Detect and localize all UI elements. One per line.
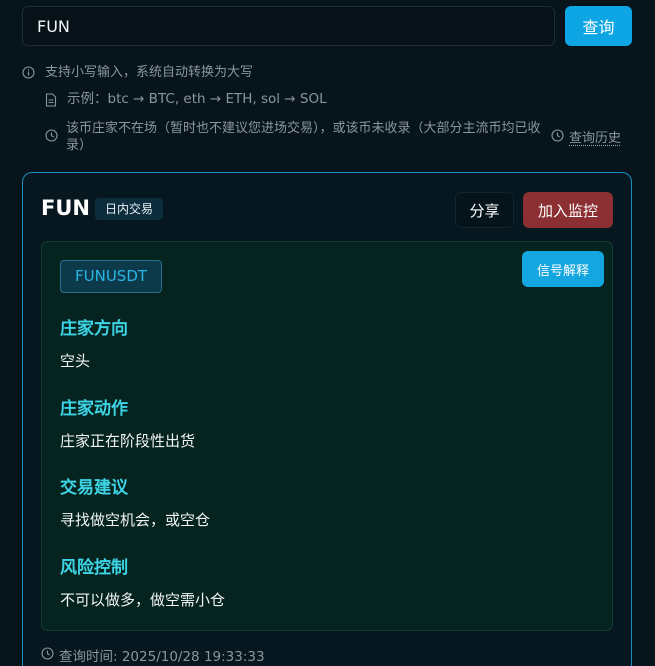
- signal-explain-button[interactable]: 信号解释: [522, 251, 604, 287]
- section-title-risk: 风险控制: [60, 558, 128, 578]
- section-text-risk: 不可以做多，做空需小仓: [60, 591, 226, 609]
- info-icon: [22, 66, 35, 79]
- signal-panel: FUNUSDT 信号解释 庄家方向 空头 庄家动作 庄家正在阶段性出货 交易建议…: [41, 241, 613, 631]
- hint-warning-text: 该币庄家不在场（暂时也不建议您进场交易），或该币未收录（大部分主流币均已收录）: [66, 121, 541, 153]
- hint-example-text: 示例：btc → BTC, eth → ETH, sol → SOL: [67, 91, 327, 107]
- section-text-advice: 寻找做空机会，或空仓: [60, 511, 211, 529]
- share-button[interactable]: 分享: [455, 192, 514, 228]
- search-input[interactable]: [22, 6, 555, 46]
- document-icon: [45, 93, 57, 107]
- page: 查询 支持小写输入，系统自动转换为大写 示例：btc → BTC, eth → …: [0, 0, 655, 666]
- section-title-direction: 庄家方向: [60, 319, 128, 339]
- section-text-direction: 空头: [60, 352, 91, 370]
- query-time: 查询时间: 2025/10/28 19:33:33: [41, 645, 265, 665]
- query-history-label[interactable]: 查询历史: [569, 131, 621, 146]
- query-history-link[interactable]: 查询历史: [551, 127, 621, 146]
- section-text-action: 庄家正在阶段性出货: [60, 432, 196, 450]
- search-button[interactable]: 查询: [565, 6, 632, 46]
- clock-icon: [41, 647, 54, 660]
- add-monitor-button[interactable]: 加入监控: [523, 192, 613, 228]
- section-title-action: 庄家动作: [60, 399, 128, 419]
- hint-tip-text: 支持小写输入，系统自动转换为大写: [45, 65, 254, 80]
- coin-name: FUN: [41, 196, 90, 220]
- clock-icon: [45, 129, 58, 142]
- query-time-text: 查询时间: 2025/10/28 19:33:33: [59, 649, 265, 665]
- mode-badge: 日内交易: [95, 198, 164, 220]
- result-card: FUN 日内交易 分享 加入监控 FUNUSDT 信号解释 庄家方向 空头 庄家…: [22, 172, 632, 666]
- section-title-advice: 交易建议: [60, 478, 128, 498]
- clock-icon: [551, 129, 564, 142]
- symbol-tag: FUNUSDT: [60, 260, 163, 293]
